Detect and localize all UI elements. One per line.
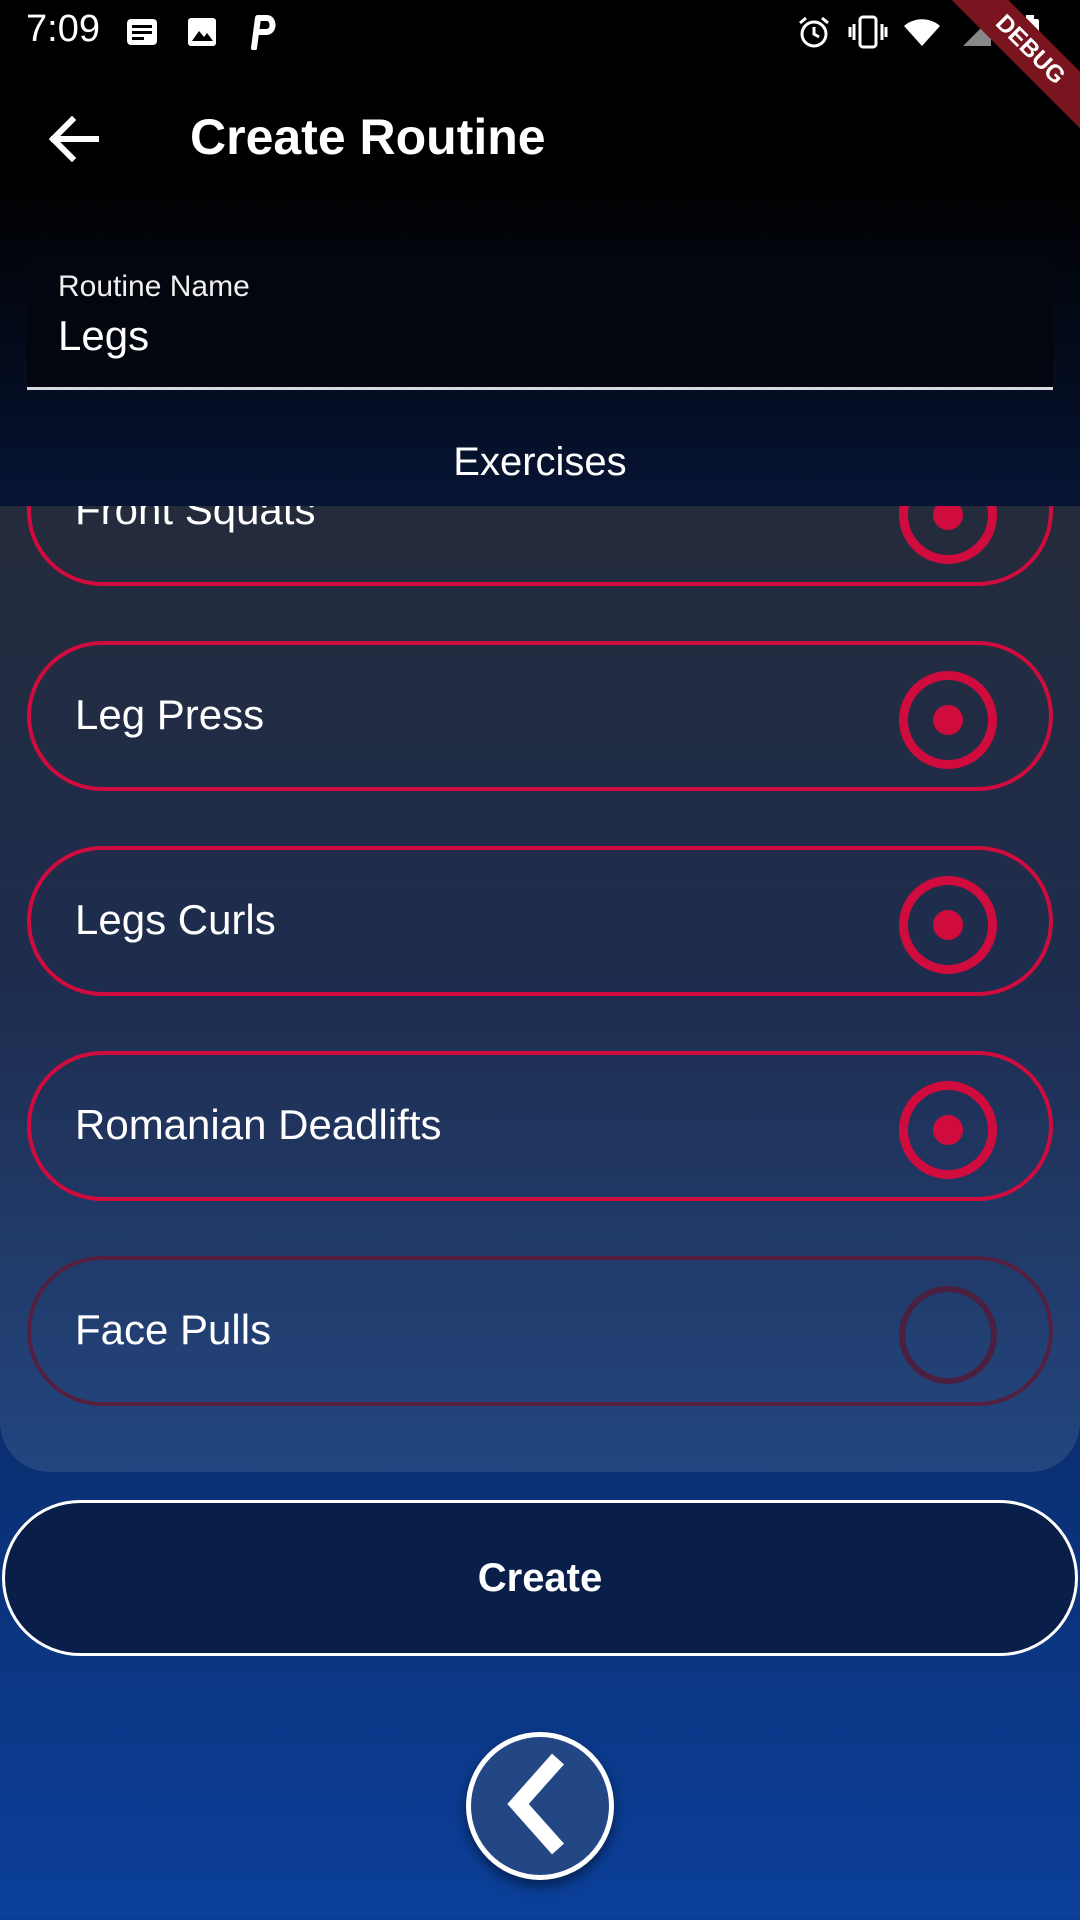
status-time: 7:09 <box>26 8 100 50</box>
app-bar: Create Routine <box>0 63 1080 213</box>
image-icon <box>182 12 222 52</box>
exercise-item-romanian-deadlifts[interactable]: Romanian Deadlifts <box>27 1051 1053 1201</box>
exercise-item-legs-curls[interactable]: Legs Curls <box>27 846 1053 996</box>
radio-button[interactable] <box>899 876 997 974</box>
radio-dot <box>933 506 963 530</box>
exercise-label: Leg Press <box>75 691 265 738</box>
vibrate-icon <box>848 12 888 52</box>
exercises-heading: Exercises <box>453 440 627 484</box>
status-bar: 7:09 DEBUG <box>0 0 1080 149</box>
page-title: Create Routine <box>190 109 546 165</box>
routine-name-field[interactable]: Routine Name Legs <box>27 250 1053 390</box>
create-button[interactable]: Create <box>2 1500 1078 1656</box>
radio-button[interactable] <box>899 671 997 769</box>
exercise-item-front-squats[interactable]: Front Squats <box>27 506 1053 586</box>
parking-app-icon <box>242 12 282 52</box>
radio-button[interactable] <box>899 506 997 564</box>
alarm-icon <box>794 12 834 52</box>
routine-name-label: Routine Name <box>58 270 250 303</box>
field-underline <box>27 387 1053 390</box>
back-fab-button[interactable] <box>466 1732 614 1880</box>
radio-dot <box>933 705 963 735</box>
radio-button[interactable] <box>899 1081 997 1179</box>
exercise-label: Face Pulls <box>75 1306 272 1353</box>
exercise-item-leg-press[interactable]: Leg Press <box>27 641 1053 791</box>
exercise-label: Romanian Deadlifts <box>75 1101 442 1148</box>
radio-button[interactable] <box>899 1286 997 1384</box>
wifi-icon <box>902 12 942 52</box>
exercise-label: Front Squats <box>75 506 316 533</box>
exercise-label: Legs Curls <box>75 896 276 943</box>
arrow-left-icon[interactable] <box>44 109 104 169</box>
exercise-item-face-pulls[interactable]: Face Pulls <box>27 1256 1053 1406</box>
routine-name-input[interactable]: Legs <box>58 312 149 360</box>
news-icon <box>122 12 162 52</box>
radio-dot <box>933 910 963 940</box>
radio-dot <box>933 1115 963 1145</box>
exercise-list[interactable]: Front Squats Leg Press Legs Curls Romani… <box>0 506 1080 1472</box>
chevron-left-icon <box>500 1749 580 1864</box>
